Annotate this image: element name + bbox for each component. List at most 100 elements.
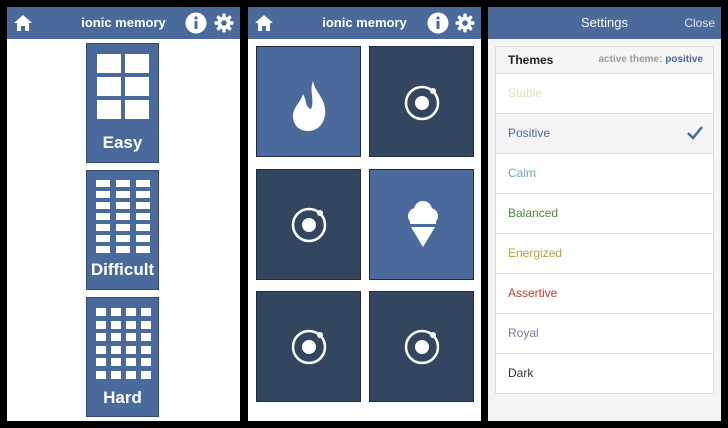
active-theme-label: active theme: (598, 54, 663, 65)
themes-title: Themes (508, 53, 554, 67)
grid-cell (96, 191, 110, 198)
ice-cream-icon (408, 201, 438, 247)
theme-label: Balanced (508, 206, 559, 220)
grid-cell (136, 224, 150, 231)
ionic-logo-icon (291, 329, 327, 365)
grid-cell (96, 308, 106, 316)
grid-cell (96, 370, 106, 379)
grid-cell (116, 191, 130, 198)
active-theme-note: active theme: positive (599, 47, 704, 73)
grid-cell (96, 213, 110, 220)
grid-cell (111, 320, 121, 329)
theme-item-energized[interactable]: Energized (496, 234, 713, 274)
card-1[interactable] (256, 46, 361, 157)
card-5[interactable] (256, 291, 361, 402)
grid-cell (116, 180, 130, 187)
grid-cell (126, 333, 136, 341)
theme-label: Dark (508, 366, 534, 380)
grid-cell (126, 320, 136, 329)
header-bar: ionic memory (248, 7, 481, 39)
themes-list: Themes active theme: positive Stable Posi… (495, 46, 714, 394)
header-bar: ionic memory (7, 7, 240, 39)
grid-cell (141, 358, 151, 366)
theme-item-stable[interactable]: Stable (496, 74, 713, 114)
grid-cell (116, 224, 130, 231)
grid-cell (126, 308, 136, 316)
grid-cell (141, 333, 151, 341)
grid-cell (136, 180, 150, 187)
grid-cell (141, 320, 151, 329)
grid-cell (136, 235, 150, 242)
grid-cell (96, 246, 110, 253)
game-screen: ionic memory (248, 7, 481, 421)
close-button[interactable]: Close (684, 7, 715, 39)
theme-label: Stable (508, 86, 543, 100)
grid-cell (126, 370, 136, 379)
grid-cell (111, 333, 121, 341)
theme-item-positive[interactable]: Positive (496, 114, 713, 154)
theme-item-royal[interactable]: Royal (496, 314, 713, 354)
grid-cell (96, 224, 110, 231)
grid-cell (116, 246, 130, 253)
header-bar: Settings Close (488, 7, 721, 39)
theme-label: Positive (508, 126, 551, 140)
grid-cell (97, 100, 121, 119)
theme-item-dark[interactable]: Dark (496, 354, 713, 393)
grid-cell (116, 213, 130, 220)
grid-cell (125, 54, 149, 73)
active-theme-value: positive (665, 54, 703, 65)
ionic-logo-icon (404, 329, 440, 365)
grid-cell (136, 213, 150, 220)
info-icon[interactable] (185, 12, 207, 34)
grid-cell (96, 180, 110, 187)
grid-cell (96, 333, 106, 341)
easy-button[interactable]: Easy (86, 43, 159, 163)
grid-cell (96, 202, 110, 209)
themes-header: Themes active theme: positive (496, 47, 713, 74)
flame-icon (293, 81, 326, 131)
theme-item-assertive[interactable]: Assertive (496, 274, 713, 314)
card-6[interactable] (369, 291, 474, 402)
grid-cell (111, 370, 121, 379)
ionic-logo-icon (404, 85, 440, 121)
theme-item-balanced[interactable]: Balanced (496, 194, 713, 234)
theme-label: Calm (508, 166, 537, 180)
gear-icon[interactable] (214, 13, 234, 33)
settings-screen: Settings Close Themes active theme: posi… (488, 7, 721, 421)
grid-cell (136, 202, 150, 209)
theme-label: Assertive (508, 286, 558, 300)
grid-cell (97, 54, 121, 73)
difficulty-screen: ionic memory Easy Difficult Hard (7, 7, 240, 421)
grid-cell (136, 246, 150, 253)
grid-cell (111, 358, 121, 366)
grid-cell (136, 191, 150, 198)
theme-label: Energized (508, 246, 563, 260)
grid-cell (126, 358, 136, 366)
card-4[interactable] (369, 169, 474, 280)
grid-cell (125, 100, 149, 119)
info-icon[interactable] (427, 12, 449, 34)
hard-button[interactable]: Hard (86, 297, 159, 417)
difficult-label: Difficult (90, 260, 155, 279)
grid-cell (141, 370, 151, 379)
gear-icon[interactable] (455, 13, 475, 33)
grid-cell (111, 345, 121, 354)
grid-cell (96, 358, 106, 366)
grid-cell (96, 235, 110, 242)
card-2[interactable] (369, 46, 474, 157)
hard-label: Hard (103, 388, 142, 407)
difficult-button[interactable]: Difficult (86, 170, 159, 290)
grid-cell (141, 345, 151, 354)
card-3[interactable] (256, 169, 361, 280)
grid-cell (96, 320, 106, 329)
easy-label: Easy (102, 133, 143, 152)
theme-item-calm[interactable]: Calm (496, 154, 713, 194)
grid-cell (116, 235, 130, 242)
checkmark-icon (687, 126, 703, 140)
grid-cell (126, 345, 136, 354)
grid-cell (141, 308, 151, 316)
ionic-logo-icon (291, 207, 327, 243)
grid-cell (97, 77, 121, 96)
grid-cell (116, 202, 130, 209)
grid-cell (125, 77, 149, 96)
